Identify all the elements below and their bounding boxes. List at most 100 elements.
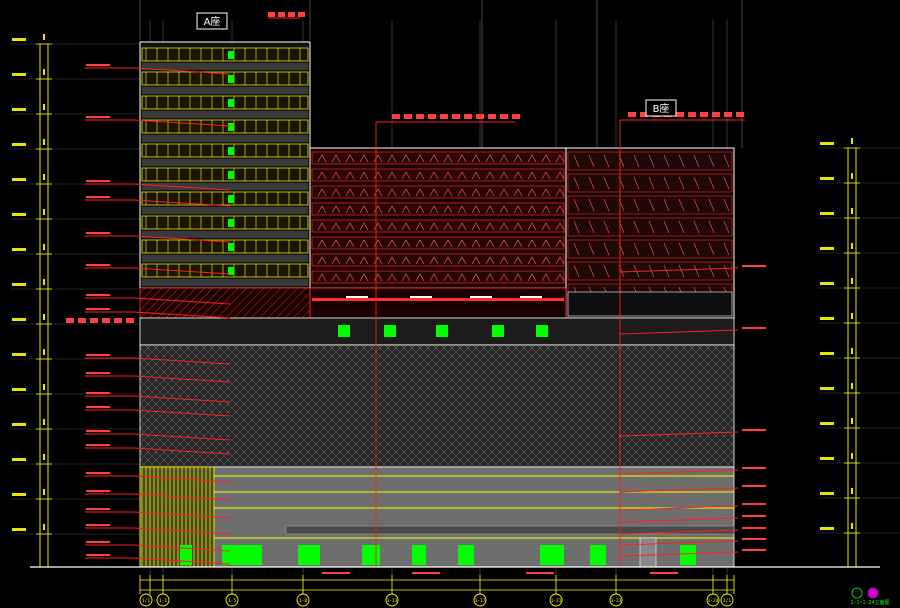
leader-text-mark (86, 392, 110, 394)
level-mark (12, 388, 26, 391)
entrance-door (590, 545, 606, 565)
axis-label: 1-17 (475, 598, 486, 604)
leader-text-mark (86, 196, 110, 198)
base-label-mark (412, 572, 440, 574)
dimension-mark (43, 384, 45, 390)
level-mark (820, 177, 834, 180)
leader-text-mark (86, 444, 110, 446)
level-mark (820, 247, 834, 250)
axis-label: 1-8 (299, 598, 307, 604)
dimension-mark (43, 454, 45, 460)
core-window (228, 195, 234, 203)
dimension-mark (851, 138, 853, 144)
entrance-door (458, 545, 474, 565)
middle-block (309, 147, 567, 289)
floor-band (311, 168, 565, 182)
dimension-mark (43, 209, 45, 215)
leader-tag (126, 318, 134, 323)
floor-band (311, 270, 565, 284)
axis-label: 1-23 (611, 598, 622, 604)
leader-tag (440, 114, 448, 119)
leader-tag (404, 114, 412, 119)
leader-tag (676, 112, 684, 117)
dimension-mark (851, 313, 853, 319)
dimension-mark (851, 278, 853, 284)
dimension-mark (43, 174, 45, 180)
leader-text-mark (86, 508, 110, 510)
spandrel (142, 255, 308, 262)
level-mark (12, 178, 26, 181)
entrance-door-main (639, 537, 657, 568)
core-window (228, 75, 234, 83)
floor-band (567, 195, 733, 215)
leader-text-mark (86, 354, 110, 356)
tower-b-tag: B座 (645, 99, 677, 117)
leader-text-mark (742, 265, 766, 267)
floor-band (141, 167, 309, 182)
leader-text-mark (86, 472, 110, 474)
entrance-door (222, 545, 262, 565)
leader-tag (392, 114, 400, 119)
level-mark (12, 108, 26, 111)
level-mark (12, 73, 26, 76)
core-window (228, 147, 234, 155)
level-mark (12, 423, 26, 426)
dimension-mark (851, 523, 853, 529)
elevation-drawing: 1/1 1-1 1-5 1-8 1-13 1-17 1-21 1-23 1-24 1/1 A座 B… (0, 0, 900, 608)
floor-band (141, 191, 309, 206)
tower-b-label: B座 (653, 102, 670, 115)
leader-text-mark (742, 527, 766, 529)
leader-tag (488, 114, 496, 119)
dimension-mark (43, 279, 45, 285)
leader-text-mark (86, 541, 110, 543)
spandrel (142, 135, 308, 142)
leader-tag (628, 112, 636, 117)
leader-text-mark (742, 503, 766, 505)
leader-tag (66, 318, 74, 323)
dimension-mark (851, 418, 853, 424)
level-mark (820, 457, 834, 460)
dimension-mark (43, 139, 45, 145)
spandrel (142, 231, 308, 238)
base-label-mark (650, 572, 678, 574)
entrance-door (412, 545, 426, 565)
level-mark (820, 142, 834, 145)
leader-text-mark (742, 515, 766, 517)
podium-window (384, 325, 396, 337)
level-mark (12, 213, 26, 216)
leader-tag (688, 112, 696, 117)
axis-label: 1-21 (551, 598, 562, 604)
dimension-mark (851, 243, 853, 249)
leader-text-mark (86, 406, 110, 408)
leader-tag (428, 114, 436, 119)
dimension-mark (43, 524, 45, 530)
floor-band (567, 217, 733, 237)
axis-label: 1-24 (708, 598, 719, 604)
leader-text-mark (742, 485, 766, 487)
leader-tag (288, 12, 295, 17)
floor-band (311, 202, 565, 216)
axis-label: 1-1 (159, 598, 167, 604)
leader-tag (78, 318, 86, 323)
leader-text-mark (86, 308, 110, 310)
axis-label: 1-13 (387, 598, 398, 604)
leader-tag (736, 112, 744, 117)
leader-tag (724, 112, 732, 117)
leader-tag (500, 114, 508, 119)
dimension-mark (43, 69, 45, 75)
floor-band (567, 173, 733, 193)
entrance-door (298, 545, 320, 565)
dimension-mark (851, 173, 853, 179)
spandrel (142, 63, 308, 70)
level-mark (820, 527, 834, 530)
spandrel (142, 111, 308, 118)
leader-text-mark (86, 294, 110, 296)
level-mark (820, 352, 834, 355)
dimension-mark (43, 349, 45, 355)
level-mark (12, 143, 26, 146)
level-mark (12, 493, 26, 496)
base-label-mark (322, 572, 350, 574)
leader-text-mark (86, 524, 110, 526)
leader-text-mark (86, 430, 110, 432)
leader-text-mark (742, 549, 766, 551)
